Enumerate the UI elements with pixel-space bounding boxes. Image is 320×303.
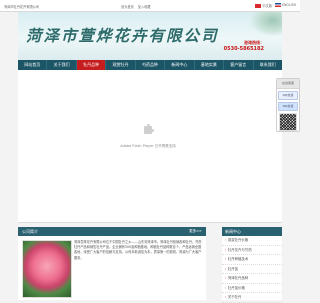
flash-unsupported-text: Adobe Flash Player 已不再受支持 (120, 144, 176, 148)
uk-flag-icon (274, 3, 281, 7)
news-sidebar: 新闻中心 观赏牡丹价格 牡丹花卉与芍药 牡丹种植技术 牡丹苗 菏泽牡丹品种 牡丹… (222, 227, 282, 303)
site-logo[interactable]: 菏泽市萱烨花卉有限公司 (26, 24, 219, 46)
nav-item-contact[interactable]: 联系我们 (254, 60, 282, 70)
sidebar-news-item[interactable]: 牡丹苗价格 (222, 284, 282, 293)
nav-item-messages[interactable]: 客户留言 (224, 60, 254, 70)
page: 菏泽市牡丹花卉有限公司 设为首页 加入收藏 中文版 ENGLISH 菏泽市萱烨花… (0, 0, 300, 303)
hotline-number: 0530-5865182 (223, 46, 264, 52)
sidebar-news-item[interactable]: 菏泽牡丹品种 (222, 274, 282, 284)
nav-item-base-photos[interactable]: 基地实景 (195, 60, 225, 70)
site-header: 菏泽市萱烨花卉有限公司 咨询热线： 0530-5865182 (18, 12, 282, 60)
top-bar-company-name: 菏泽市牡丹花卉有限公司 (4, 4, 40, 9)
english-version-link[interactable]: ENGLISH (274, 3, 296, 7)
sidebar-news-item[interactable]: 观赏牡丹价格 (222, 236, 282, 246)
nav-item-news[interactable]: 新闻中心 (165, 60, 195, 70)
nav-item-herbaceous-peony[interactable]: 芍药品种 (136, 60, 166, 70)
china-flag-icon (255, 3, 262, 8)
qq-chat-button[interactable]: QQ交谈 (278, 102, 298, 111)
english-version-label: ENGLISH (281, 3, 296, 7)
add-favorite-link[interactable]: 加入收藏 (138, 5, 151, 9)
qr-code-icon (279, 113, 297, 131)
puzzle-piece-icon (142, 124, 154, 136)
main-nav: 网站首页 关于我们 牡丹品种 观赏牡丹 芍药品种 新闻中心 基地实景 客户留言 … (18, 60, 282, 70)
leaf-decoration-icon (250, 12, 282, 36)
qq-chat-button[interactable]: QQ交谈 (278, 91, 298, 100)
sidebar-news-item[interactable]: 牡丹花卉与芍药 (222, 246, 282, 255)
chinese-version-label: 中文版 (262, 3, 272, 8)
top-bar-links: 设为首页 加入收藏 (121, 4, 154, 9)
intro-header: 公司简介 更多>> (18, 227, 206, 236)
chinese-version-link[interactable]: 中文版 (255, 3, 272, 8)
flash-plugin-placeholder: Adobe Flash Player 已不再受支持 (98, 118, 198, 158)
company-intro-section: 公司简介 更多>> 菏泽萱烨花卉有限公司位于中国牡丹之乡——山东省菏泽市。菏泽牡… (18, 227, 206, 300)
online-service-title: 在线客服 (277, 79, 299, 89)
sidebar-title: 新闻中心 (222, 227, 282, 236)
intro-text: 菏泽萱烨花卉有限公司位于中国牡丹之乡——山东省菏泽市。菏泽牡丹营销各种牡丹，芍药… (74, 240, 202, 260)
flash-banner: Adobe Flash Player 已不再受支持 (18, 70, 282, 223)
language-switch: 中文版 ENGLISH (255, 3, 296, 8)
nav-item-ornamental-peony[interactable]: 观赏牡丹 (106, 60, 136, 70)
sidebar-news-item[interactable]: 牡丹种植技术 (222, 255, 282, 265)
top-bar: 菏泽市牡丹花卉有限公司 设为首页 加入收藏 中文版 ENGLISH (0, 0, 300, 12)
peony-flower-image (22, 240, 72, 298)
nav-item-peony-varieties[interactable]: 牡丹品种 (76, 60, 107, 70)
intro-more-link[interactable]: 更多>> (189, 227, 202, 236)
set-homepage-link[interactable]: 设为首页 (121, 5, 134, 9)
intro-title: 公司简介 (22, 229, 38, 234)
online-service-panel: 在线客服 QQ交谈 QQ交谈 (276, 78, 300, 132)
nav-item-about[interactable]: 关于我们 (47, 60, 77, 70)
sidebar-news-item[interactable]: 牡丹苗 (222, 265, 282, 274)
sidebar-news-item[interactable]: 关于牡丹 (222, 293, 282, 303)
nav-item-home[interactable]: 网站首页 (18, 60, 48, 70)
